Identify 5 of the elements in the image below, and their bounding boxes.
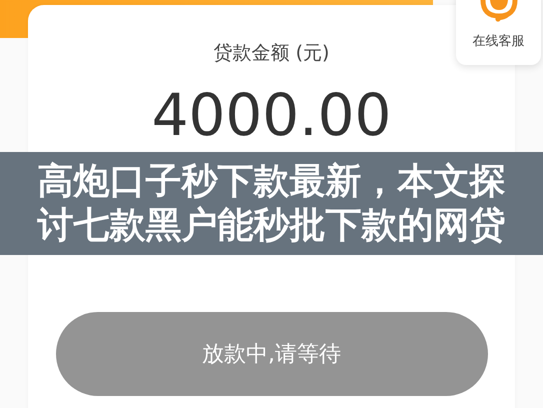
support-widget[interactable]: 在线客服 [456,0,541,65]
amount-label: 贷款金额 (元) [214,41,330,66]
loan-amount: 4000.00 [152,86,392,144]
caption-title: 高炮口子秒下款最新，本文探讨七款黑户能秒批下款的网贷 [36,160,506,248]
support-label: 在线客服 [472,33,524,50]
